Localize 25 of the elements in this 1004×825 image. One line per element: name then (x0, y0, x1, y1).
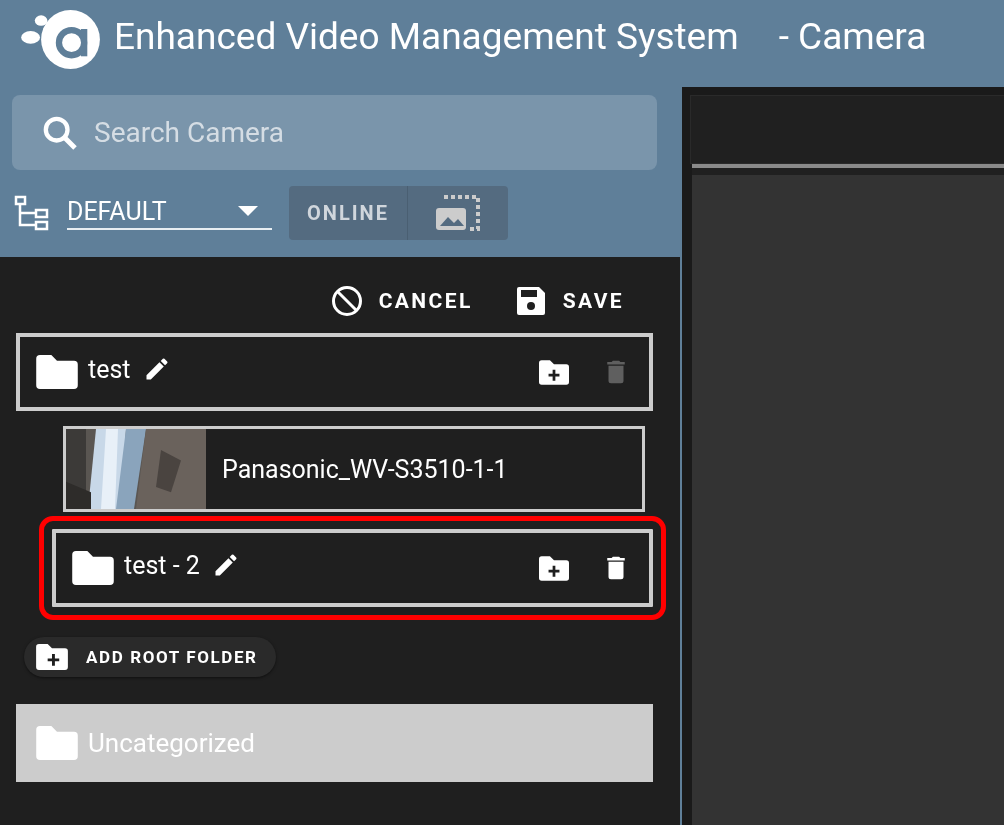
search-field[interactable]: Search Camera (12, 95, 657, 170)
save-button[interactable]: SAVE (514, 283, 624, 319)
add-folder-icon (36, 644, 68, 670)
folder-icon (36, 726, 78, 760)
cancel-icon (330, 285, 363, 317)
add-root-folder-button[interactable]: ADD ROOT FOLDER (24, 637, 276, 677)
add-folder-icon[interactable] (539, 359, 569, 385)
camera-row[interactable]: Panasonic_WV-S3510-1-1 (63, 426, 645, 512)
cancel-button[interactable]: CANCEL (330, 283, 473, 319)
app-title: Enhanced Video Management System (114, 15, 739, 58)
folder-icon (72, 551, 114, 585)
layout-dropdown[interactable]: DEFAULT (67, 196, 272, 230)
save-icon (514, 285, 547, 317)
folder-icon (36, 355, 78, 389)
add-folder-icon[interactable] (539, 555, 569, 581)
logo-icon (18, 8, 102, 71)
folder-row[interactable]: test (16, 333, 653, 411)
caret-icon (238, 206, 258, 216)
folder-name: test (88, 354, 131, 384)
hierarchy-icon (14, 195, 50, 231)
folder-name: test - 2 (124, 550, 200, 580)
image-frame-icon (433, 194, 482, 232)
page-title: - Camera (778, 15, 927, 58)
camera-name: Panasonic_WV-S3510-1-1 (222, 454, 508, 484)
search-input[interactable]: Search Camera (92, 103, 657, 162)
